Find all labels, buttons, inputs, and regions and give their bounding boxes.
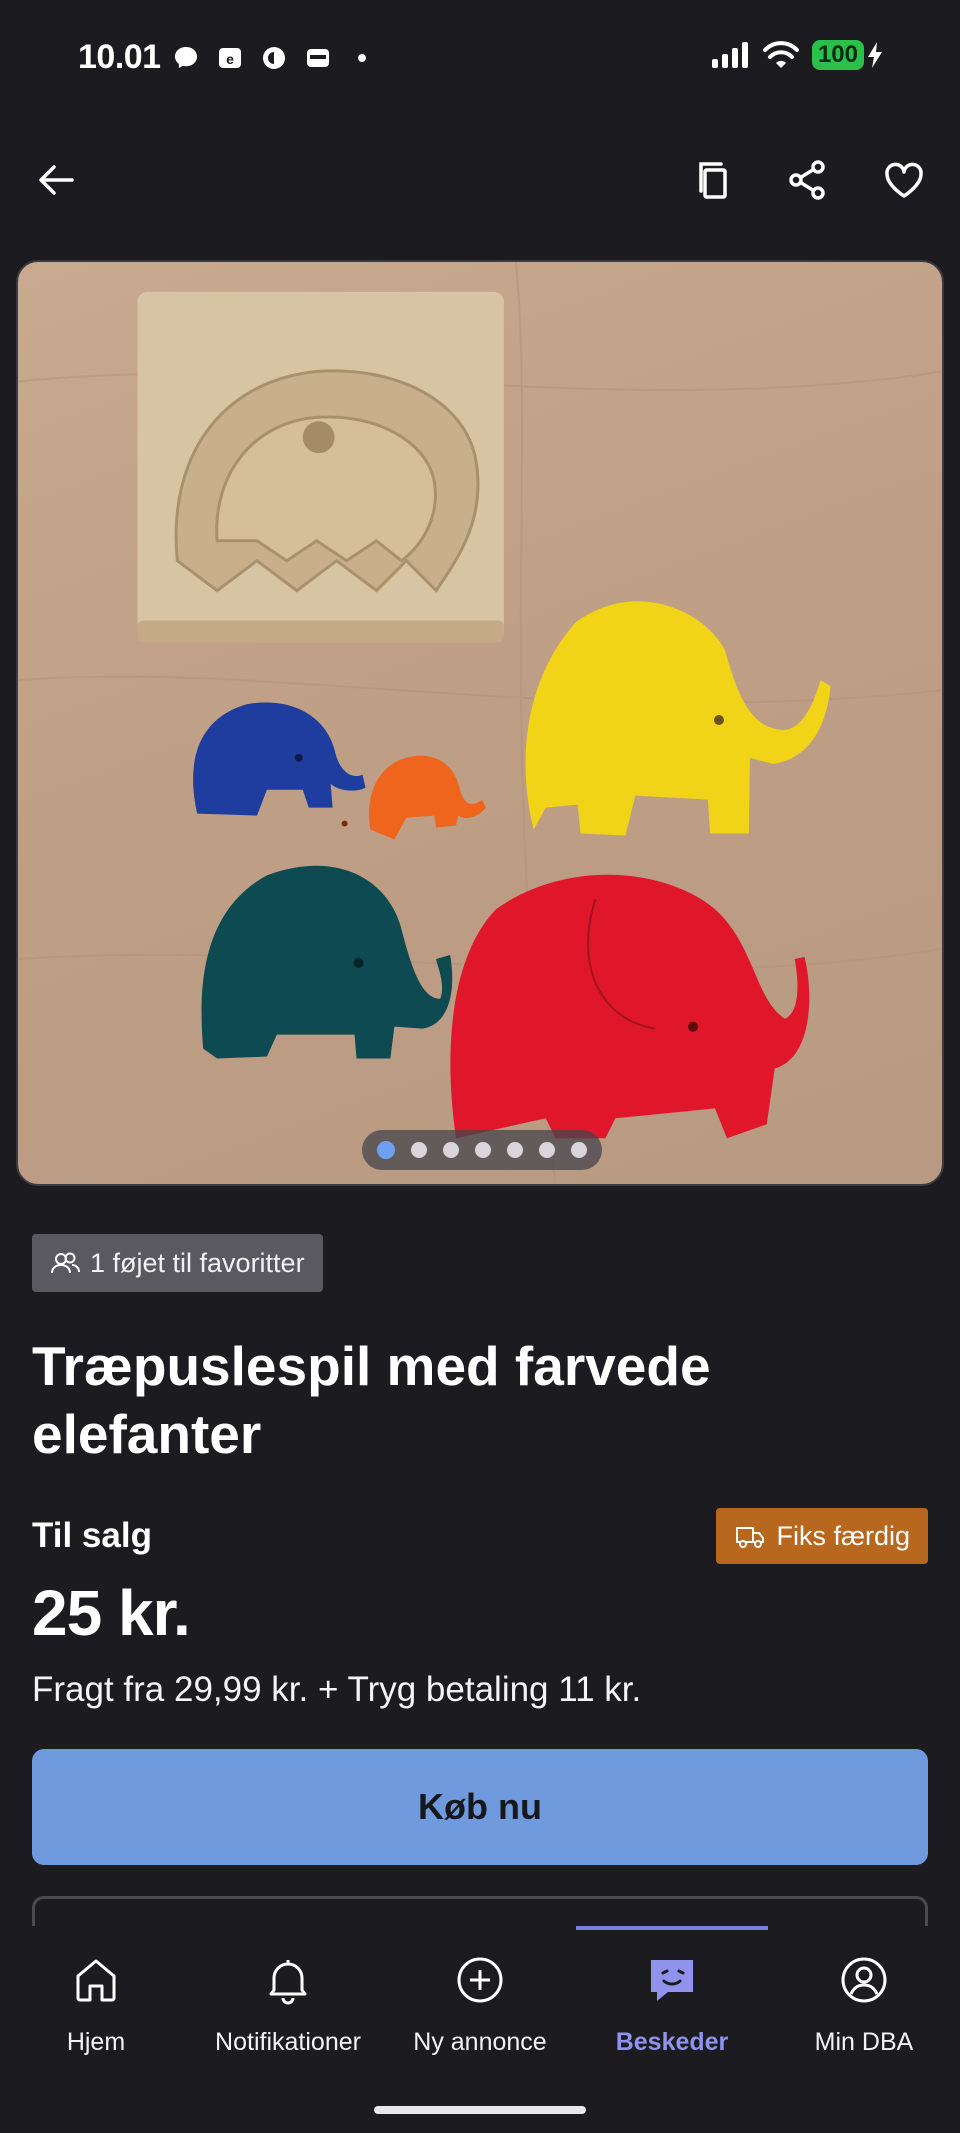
- pager-dot[interactable]: [377, 1141, 395, 1159]
- favorites-chip-label: 1 føjet til favoritter: [90, 1247, 305, 1278]
- copy-button[interactable]: [682, 148, 746, 212]
- nav-label: Min DBA: [814, 2028, 914, 2056]
- nav-label: Ny annonce: [413, 2028, 547, 2056]
- price: 25 kr.: [32, 1577, 191, 1649]
- wallet-icon: [307, 49, 329, 67]
- orange-elephant: [369, 755, 486, 840]
- yellow-elephant: [525, 601, 831, 836]
- battery-indicator: 100: [811, 40, 864, 70]
- people-icon: [51, 1252, 80, 1274]
- sale-label: Til salg: [32, 1516, 152, 1555]
- copy-icon: [699, 162, 727, 199]
- status-bar: 10.01 e 100: [0, 0, 960, 120]
- messenger-icon: [175, 47, 197, 68]
- home-icon: [76, 1959, 116, 2002]
- nav-label: Notifikationer: [215, 2028, 361, 2056]
- status-time: 10.01: [78, 38, 161, 76]
- red-elephant: [450, 874, 810, 1139]
- home-indicator[interactable]: [374, 2106, 586, 2114]
- bell-icon: [269, 1960, 307, 2005]
- pager-dot[interactable]: [539, 1142, 555, 1158]
- nav-item-hjem[interactable]: Hjem: [0, 1954, 192, 2074]
- favorite-button[interactable]: [872, 148, 936, 212]
- charging-icon: [868, 42, 882, 68]
- signal-icon: [711, 42, 748, 68]
- profile-icon: [841, 1957, 887, 2003]
- app-icon: [263, 47, 285, 69]
- wooden-board: [137, 291, 504, 643]
- pager-dot[interactable]: [475, 1142, 491, 1158]
- plus-circle-icon: [457, 1957, 503, 2003]
- blue-elephant: [193, 702, 366, 816]
- nav-label: Beskeder: [615, 2028, 729, 2056]
- heart-icon: [885, 162, 923, 198]
- status-notification-icons: e: [172, 44, 376, 72]
- app-bar: [0, 140, 960, 220]
- nav-item-min-dba[interactable]: Min DBA: [768, 1954, 960, 2074]
- nav-label: Hjem: [66, 2028, 126, 2056]
- nav-item-ny-annonce[interactable]: Ny annonce: [384, 1954, 576, 2074]
- pager-dot[interactable]: [571, 1142, 587, 1158]
- share-button[interactable]: [776, 148, 840, 212]
- dot-icon: [358, 54, 366, 62]
- wifi-icon: [762, 41, 799, 68]
- back-arrow-icon: [39, 165, 74, 195]
- share-icon: [789, 160, 825, 200]
- svg-text:e: e: [226, 51, 234, 67]
- news-icon: e: [219, 48, 241, 68]
- photo-pager[interactable]: [362, 1130, 602, 1170]
- elephant-puzzle-image: [18, 262, 942, 1184]
- chat-icon: [651, 1960, 693, 2001]
- buy-now-label: Køb nu: [418, 1786, 542, 1827]
- listing-title: Træpuslespil med farvede elefanter: [32, 1335, 711, 1465]
- shipping-chip: Fiks færdig: [716, 1508, 928, 1564]
- nav-item-beskeder[interactable]: Beskeder: [576, 1954, 768, 2074]
- back-button[interactable]: [24, 148, 88, 212]
- bottom-navigation: Hjem Notifikationer Ny annonce Beskeder …: [0, 1926, 960, 2133]
- status-right: 100: [710, 40, 884, 70]
- buy-now-button[interactable]: Køb nu: [32, 1749, 928, 1865]
- listing-photo[interactable]: [16, 260, 944, 1186]
- pager-dot[interactable]: [443, 1142, 459, 1158]
- shipping-chip-label: Fiks færdig: [776, 1520, 910, 1551]
- favorites-chip: 1 føjet til favoritter: [32, 1234, 323, 1292]
- pager-dot[interactable]: [411, 1142, 427, 1158]
- truck-icon: [736, 1527, 765, 1548]
- nav-item-notifikationer[interactable]: Notifikationer: [192, 1954, 384, 2074]
- shipping-info: Fragt fra 29,99 kr. + Tryg betaling 11 k…: [32, 1670, 642, 1709]
- pager-dot[interactable]: [507, 1142, 523, 1158]
- active-tab-indicator: [576, 1926, 768, 1930]
